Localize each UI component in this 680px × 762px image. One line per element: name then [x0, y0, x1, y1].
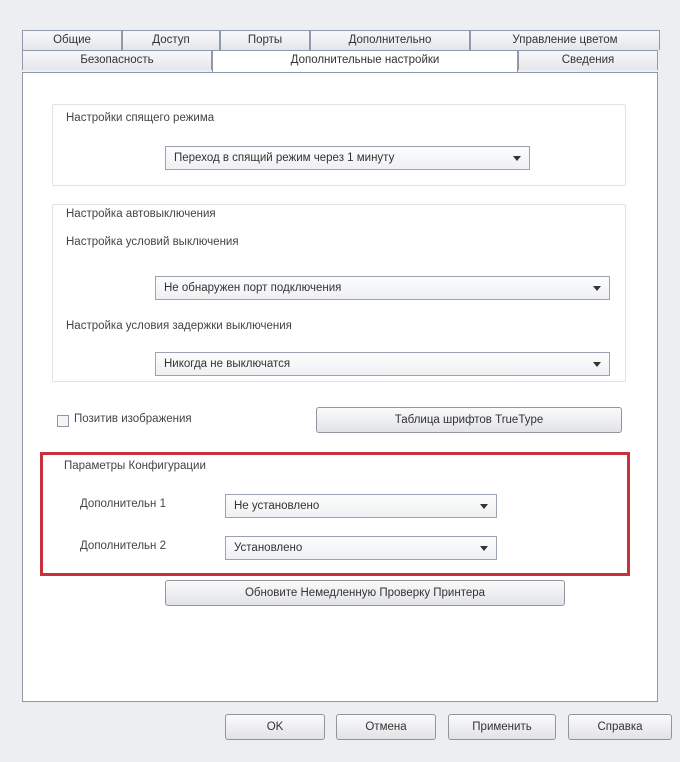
tab-sharing[interactable]: Доступ — [122, 30, 220, 50]
update-printer-check-button[interactable]: Обновите Немедленную Проверку Принтера — [165, 580, 565, 606]
config-highlight-frame — [40, 452, 630, 576]
positive-image-label: Позитив изображения — [74, 413, 192, 425]
off-condition-value: Не обнаружен порт подключения — [164, 282, 342, 294]
sleep-mode-select[interactable]: Переход в спящий режим через 1 минуту — [165, 146, 530, 170]
sleep-settings-label: Настройки спящего режима — [64, 112, 217, 124]
sleep-mode-value: Переход в спящий режим через 1 минуту — [174, 152, 395, 164]
tab-color-management[interactable]: Управление цветом — [470, 30, 660, 50]
off-delay-value: Никогда не выключатся — [164, 358, 291, 370]
help-button[interactable]: Справка — [568, 714, 672, 740]
auto-off-label: Настройка автовыключения — [64, 208, 218, 220]
tab-ports[interactable]: Порты — [220, 30, 310, 50]
tab-security[interactable]: Безопасность — [22, 50, 212, 70]
tab-advanced[interactable]: Дополнительно — [310, 30, 470, 50]
chevron-down-icon — [593, 286, 601, 291]
tab-general[interactable]: Общие — [22, 30, 122, 50]
tab-extra-settings[interactable]: Дополнительные настройки — [212, 50, 518, 72]
printer-properties-dialog: Общие Доступ Порты Дополнительно Управле… — [0, 0, 680, 762]
positive-image-checkbox[interactable] — [57, 415, 69, 427]
chevron-down-icon — [593, 362, 601, 367]
apply-button[interactable]: Применить — [448, 714, 556, 740]
off-condition-select[interactable]: Не обнаружен порт подключения — [155, 276, 610, 300]
off-delay-select[interactable]: Никогда не выключатся — [155, 352, 610, 376]
off-delay-label: Настройка условия задержки выключения — [66, 320, 292, 332]
ok-button[interactable]: OK — [225, 714, 325, 740]
cancel-button[interactable]: Отмена — [336, 714, 436, 740]
tab-details[interactable]: Сведения — [518, 50, 658, 70]
chevron-down-icon — [513, 156, 521, 161]
off-condition-label: Настройка условий выключения — [66, 236, 239, 248]
truetype-font-table-button[interactable]: Таблица шрифтов TrueType — [316, 407, 622, 433]
